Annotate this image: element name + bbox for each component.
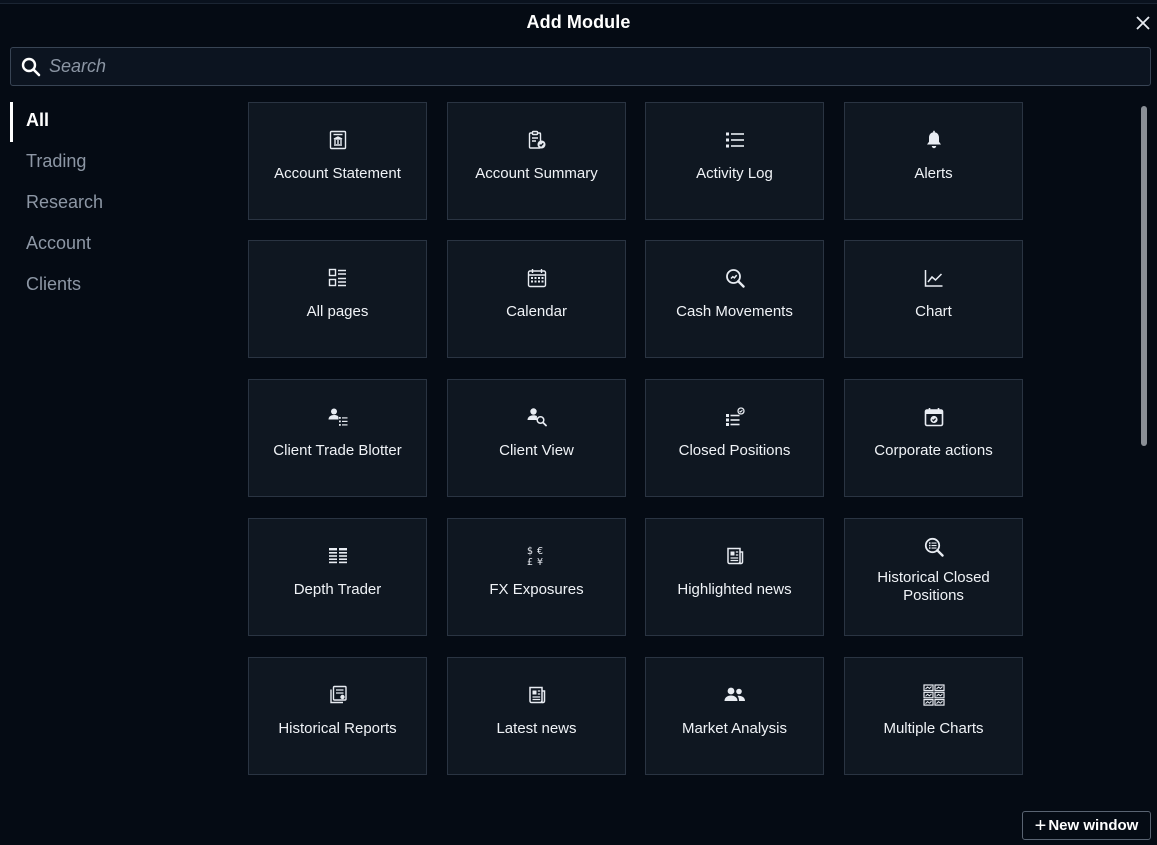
search-money-icon [724,267,746,289]
currency-icon: $ € £ ¥ [526,545,548,567]
module-label: Alerts [914,165,953,182]
module-label: Highlighted news [677,581,792,598]
module-tile-cash-movements[interactable]: Cash Movements [645,240,824,358]
module-label: All pages [306,303,369,320]
module-tile-client-view[interactable]: Client View [447,379,626,497]
depth-table-icon [327,545,349,567]
module-label: Client Trade Blotter [273,442,402,459]
sidebar-item-clients[interactable]: Clients [10,264,210,305]
module-tile-fx-exposures[interactable]: $ € £ ¥ FX Exposures [447,518,626,636]
module-tile-corporate-actions[interactable]: Corporate actions [844,379,1023,497]
svg-text:$: $ [527,546,533,557]
module-label: Closed Positions [678,442,791,459]
module-tile-highlighted-news[interactable]: Highlighted news [645,518,824,636]
module-tile-alerts[interactable]: Alerts [844,102,1023,220]
sidebar-item-trading[interactable]: Trading [10,141,210,182]
module-tile-depth-trader[interactable]: Depth Trader [248,518,427,636]
svg-text:€: € [537,546,543,557]
module-tile-chart[interactable]: Chart [844,240,1023,358]
module-label: Activity Log [696,165,773,182]
close-button[interactable] [1132,12,1154,34]
plus-icon: + [1034,814,1047,837]
module-label: Market Analysis [681,720,788,737]
category-sidebar: All Trading Research Account Clients [10,100,210,305]
module-label: Corporate actions [874,442,993,459]
module-tile-client-trade-blotter[interactable]: Client Trade Blotter [248,379,427,497]
module-label: Account Summary [475,165,598,182]
module-label: FX Exposures [489,581,584,598]
multi-chart-icon [922,684,945,706]
new-window-label: New window [1048,817,1139,834]
svg-text:£: £ [527,557,533,567]
bank-statement-icon [327,129,349,151]
search-icon [21,57,41,77]
dialog-title: Add Module [526,12,631,32]
module-tile-calendar[interactable]: Calendar [447,240,626,358]
search-input[interactable] [49,48,1150,85]
sidebar-item-label: Clients [26,274,82,294]
module-label: Account Statement [274,165,401,182]
sidebar-item-all[interactable]: All [10,100,210,142]
module-label: Cash Movements [676,303,793,320]
sidebar-item-research[interactable]: Research [10,182,210,223]
line-chart-icon [923,267,945,289]
module-label: Latest news [496,720,577,737]
users-icon [724,684,746,706]
module-tile-historical-reports[interactable]: Historical Reports [248,657,427,775]
pages-icon [327,267,349,289]
news-icon [526,684,548,706]
module-tile-closed-positions[interactable]: Closed Positions [645,379,824,497]
module-tile-activity-log[interactable]: Activity Log [645,102,824,220]
bell-icon [923,129,945,151]
clipboard-check-icon [526,129,548,151]
sidebar-item-label: Trading [26,151,87,171]
search-list-icon [923,536,945,558]
new-window-button[interactable]: + New window [1022,811,1151,840]
list-icon [724,129,746,151]
user-search-icon [526,406,548,428]
module-label: Depth Trader [293,581,382,598]
module-tile-latest-news[interactable]: Latest news [447,657,626,775]
module-tile-historical-closed-positions[interactable]: Historical Closed Positions [844,518,1023,636]
module-tile-multiple-charts[interactable]: Multiple Charts [844,657,1023,775]
module-label: Multiple Charts [883,720,984,737]
news-icon [724,545,746,567]
list-closed-icon [724,406,746,428]
module-label: Historical Reports [278,720,397,737]
module-tile-account-statement[interactable]: Account Statement [248,102,427,220]
module-list-scrollbar[interactable] [1141,106,1147,446]
module-tile-market-analysis[interactable]: Market Analysis [645,657,824,775]
module-label: Client View [499,442,574,459]
reports-icon [327,684,349,706]
sidebar-item-label: Research [26,192,104,212]
calendar-check-icon [923,406,945,428]
module-label: Chart [915,303,952,320]
sidebar-item-label: Account [26,233,92,253]
sidebar-item-label: All [26,110,50,130]
module-tile-account-summary[interactable]: Account Summary [447,102,626,220]
background-app-strip [0,0,1157,4]
svg-text:¥: ¥ [537,557,543,567]
close-icon [1136,16,1150,30]
calendar-icon [526,267,548,289]
module-label: Calendar [506,303,567,320]
user-list-icon [327,406,349,428]
sidebar-item-account[interactable]: Account [10,223,210,264]
module-tile-all-pages[interactable]: All pages [248,240,427,358]
module-label: Historical Closed Positions [877,569,990,604]
search-box[interactable] [10,47,1151,86]
